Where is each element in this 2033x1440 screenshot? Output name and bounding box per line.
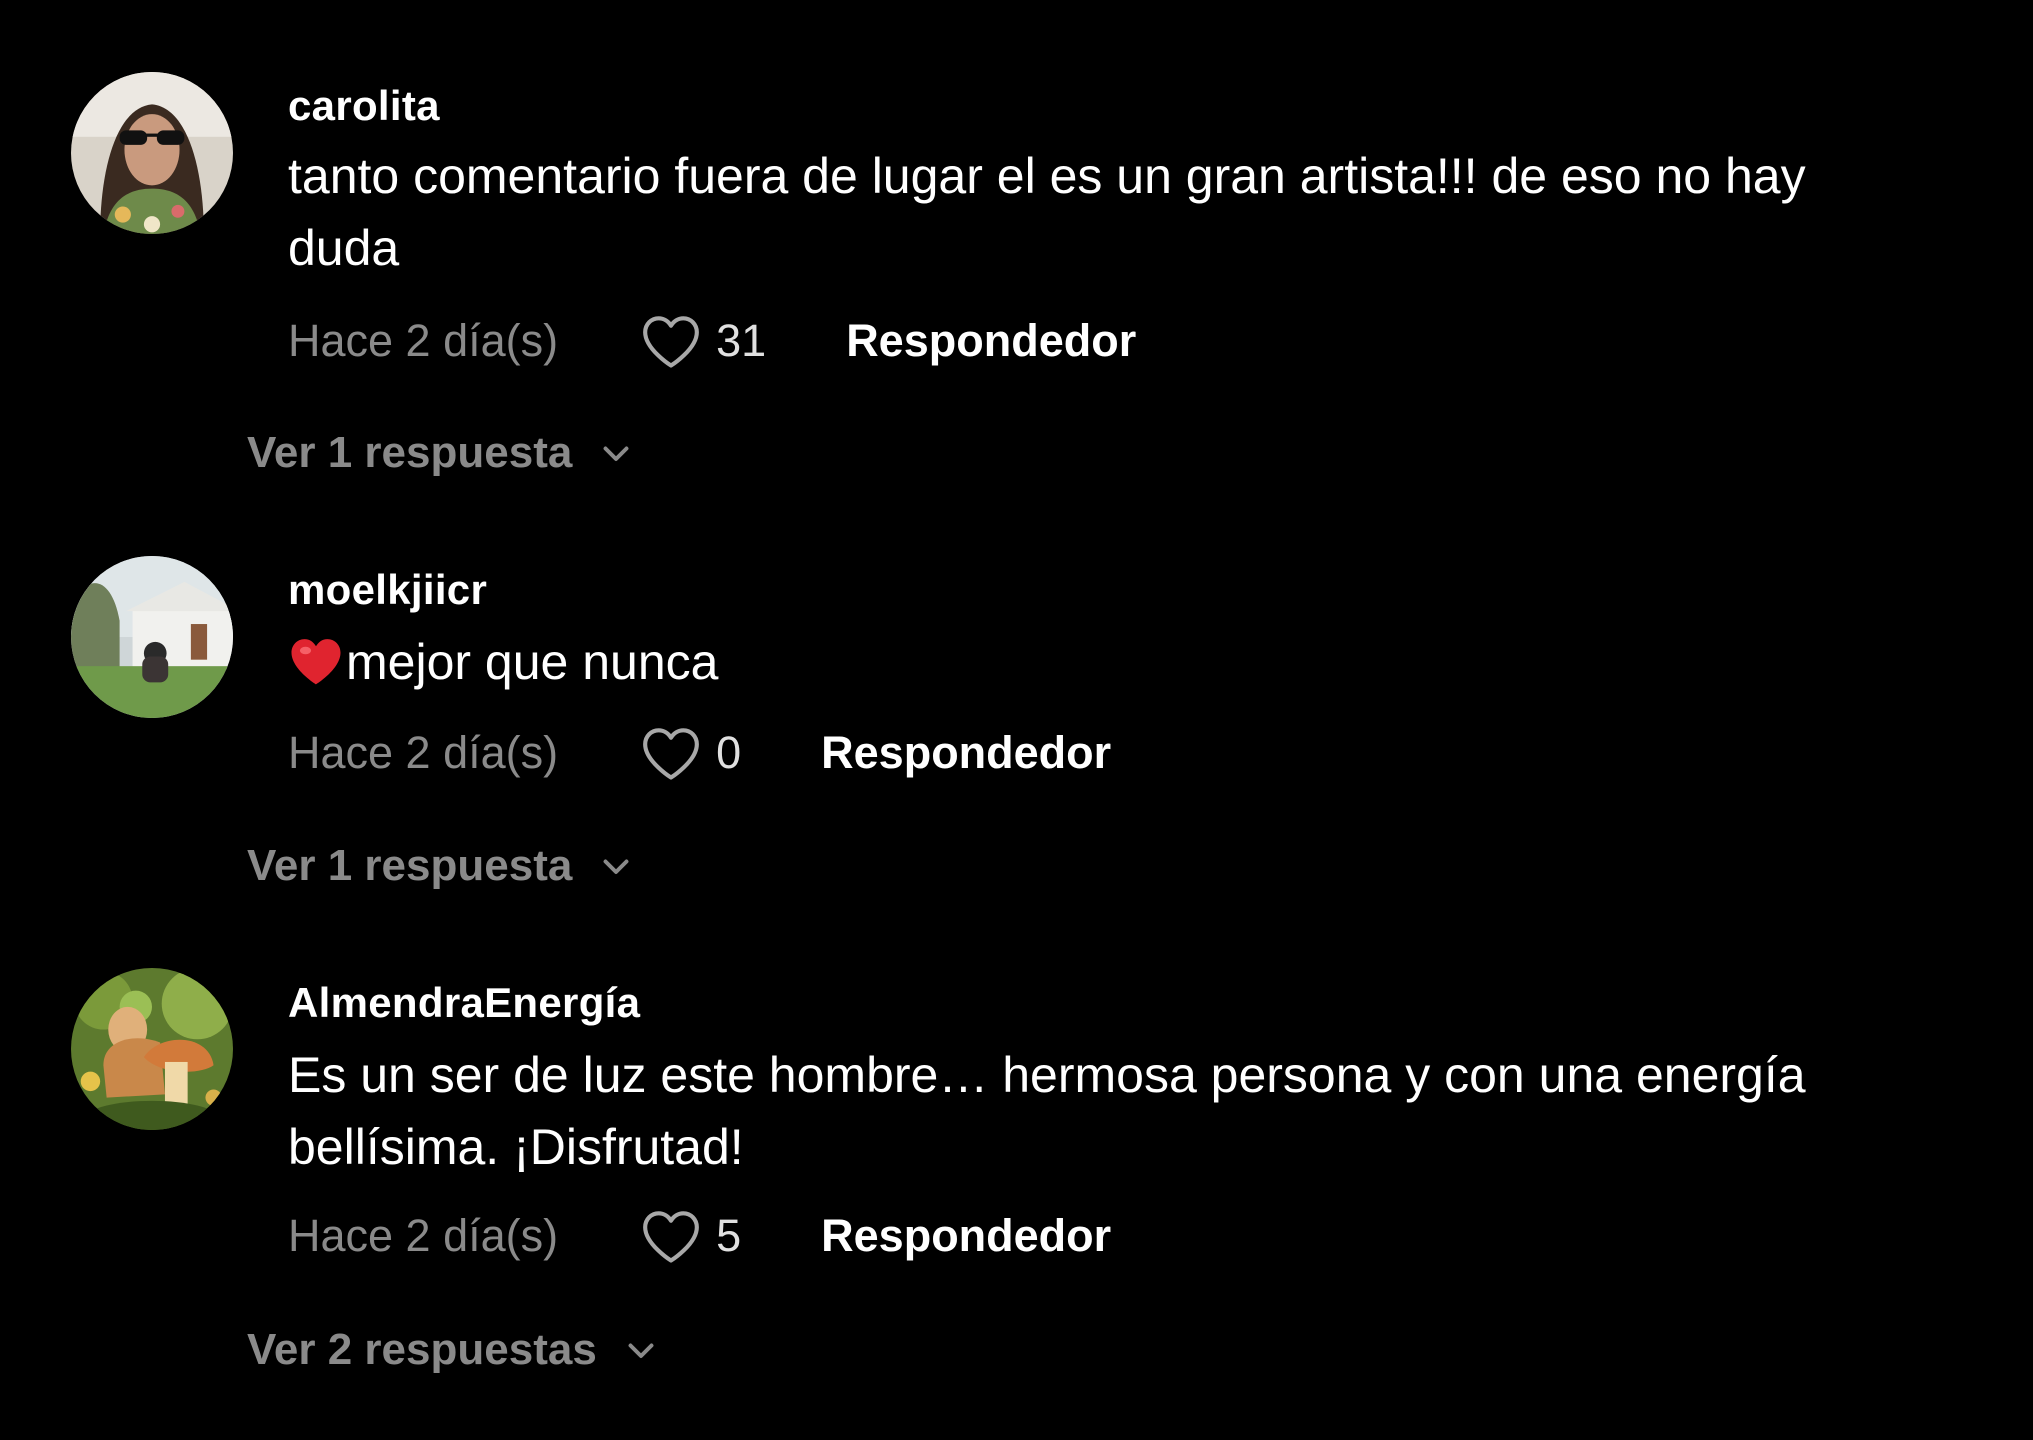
comment-text-content: mejor que nunca [346, 634, 719, 690]
avatar[interactable] [71, 72, 233, 234]
view-replies-label: Ver 2 respuestas [247, 1325, 597, 1374]
comment-username[interactable]: AlmendraEnergía [288, 979, 640, 1027]
heart-outline-icon[interactable] [640, 1207, 702, 1265]
like-count: 31 [716, 315, 767, 366]
avatar-photo-house [71, 556, 233, 718]
comment-username[interactable]: carolita [288, 82, 440, 130]
red-heart-emoji-icon [291, 639, 341, 685]
avatar[interactable] [71, 556, 233, 718]
comment-meta: Hace 2 día(s) 31 Respondedor [288, 306, 1136, 376]
like-button[interactable]: 31 [640, 312, 766, 370]
comment-text-content: Es un ser de luz este hombre… hermosa pe… [288, 1047, 1806, 1175]
chevron-down-icon [603, 859, 629, 874]
avatar-photo-woman [71, 72, 233, 234]
comment-timestamp: Hace 2 día(s) [288, 315, 559, 366]
like-count: 5 [716, 1210, 742, 1261]
avatar-photo-fairy [71, 968, 233, 1130]
view-replies-button[interactable]: Ver 2 respuestas [247, 1325, 659, 1375]
comment-meta: Hace 2 día(s) 0 Respondedor [288, 718, 1111, 788]
reply-button[interactable]: Respondedor [821, 727, 1111, 779]
comment-text: mejor que nunca [288, 626, 1848, 698]
view-replies-button[interactable]: Ver 1 respuesta [247, 841, 634, 891]
comment-meta: Hace 2 día(s) 5 Respondedor [288, 1201, 1111, 1271]
like-button[interactable]: 5 [640, 1207, 741, 1265]
heart-outline-icon[interactable] [640, 312, 702, 370]
chevron-down-icon [603, 446, 629, 461]
comment-timestamp: Hace 2 día(s) [288, 727, 559, 778]
comment-text-content: tanto comentario fuera de lugar el es un… [288, 148, 1806, 276]
view-replies-button[interactable]: Ver 1 respuesta [247, 428, 634, 478]
comment-username[interactable]: moelkjiicr [288, 566, 487, 614]
comment-timestamp: Hace 2 día(s) [288, 1210, 559, 1261]
view-replies-label: Ver 1 respuesta [247, 841, 573, 890]
avatar[interactable] [71, 968, 233, 1130]
reply-button[interactable]: Respondedor [846, 315, 1136, 367]
heart-outline-icon[interactable] [640, 724, 702, 782]
like-button[interactable]: 0 [640, 724, 741, 782]
like-count: 0 [716, 727, 742, 778]
view-replies-label: Ver 1 respuesta [247, 428, 573, 477]
reply-button[interactable]: Respondedor [821, 1210, 1111, 1262]
comment-text: Es un ser de luz este hombre… hermosa pe… [288, 1039, 1848, 1183]
comment-text: tanto comentario fuera de lugar el es un… [288, 140, 1848, 284]
chevron-down-icon [628, 1343, 654, 1358]
